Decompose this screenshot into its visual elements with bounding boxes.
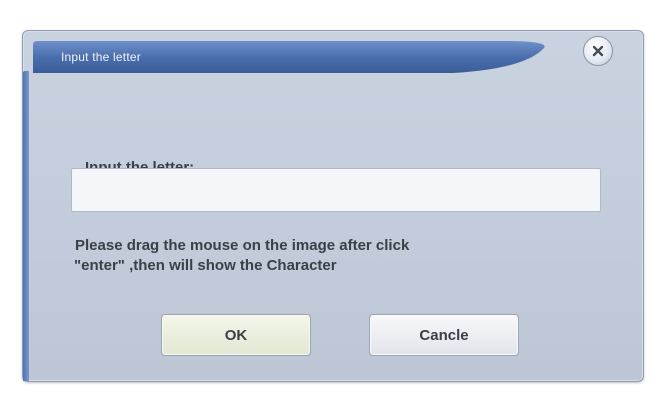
cancel-button[interactable]: Cancle [369, 314, 519, 356]
ok-button[interactable]: OK [161, 314, 311, 356]
dialog-left-edge [23, 71, 29, 381]
letter-input[interactable] [71, 168, 601, 212]
input-letter-dialog: Input the letter Input the letter: Pleas… [22, 30, 644, 382]
hint-line-1: Please drag the mouse on the image after… [75, 237, 410, 254]
hint-text: Please drag the mouse on the image after… [74, 236, 595, 276]
title-bar[interactable]: Input the letter [33, 41, 553, 73]
close-button[interactable] [583, 36, 613, 66]
hint-line-2: "enter" ,then will show the Character [74, 257, 337, 274]
close-icon [592, 45, 604, 57]
dialog-title: Input the letter [61, 50, 141, 64]
